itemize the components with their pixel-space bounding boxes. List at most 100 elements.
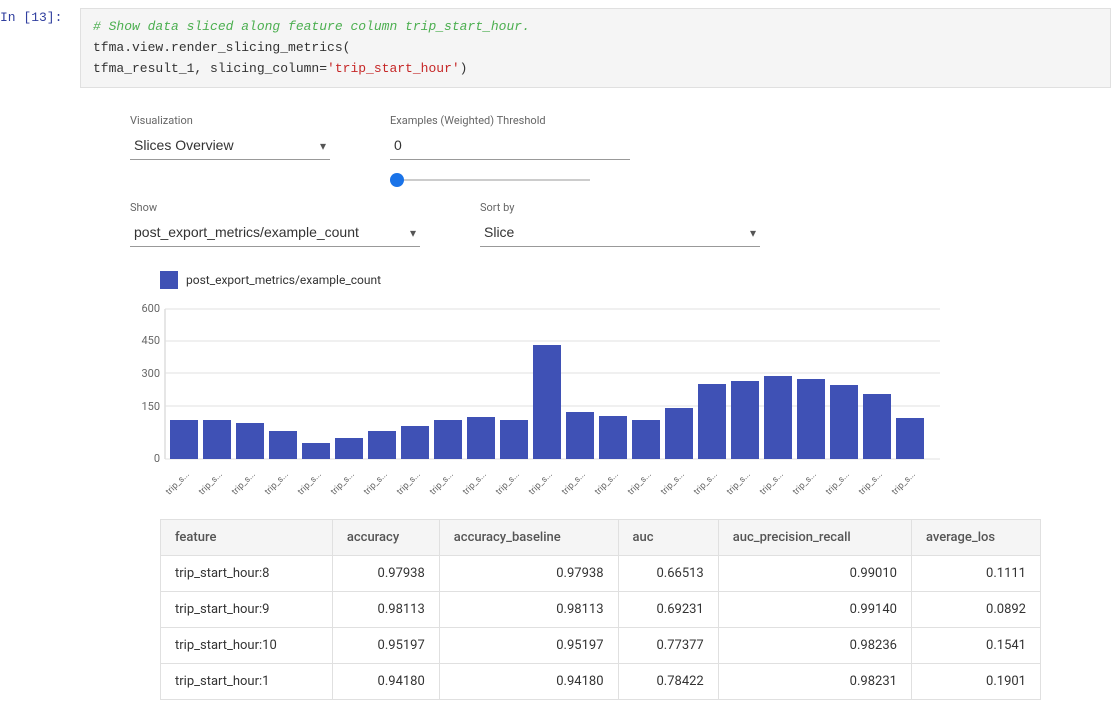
- svg-text:300: 300: [141, 367, 160, 380]
- svg-text:trip_s...: trip_s...: [362, 470, 390, 498]
- svg-text:trip_s...: trip_s...: [197, 470, 225, 498]
- legend-swatch: [160, 271, 178, 289]
- table-row: trip_start_hour:90.981130.981130.692310.…: [161, 592, 1041, 628]
- bar-4: [302, 443, 330, 459]
- bar-5: [335, 438, 363, 459]
- chart-svg-container: 600 450 300 150 0: [130, 299, 1071, 503]
- code-line-1: # Show data sliced along feature column …: [93, 17, 1098, 38]
- table-cell-0: trip_start_hour:1: [161, 664, 333, 700]
- svg-text:trip_s...: trip_s...: [659, 470, 687, 498]
- cell-label: In [13]:: [0, 8, 80, 25]
- bar-11: [533, 345, 561, 459]
- bar-2: [236, 423, 264, 459]
- sort-control-group: Sort by Slice ▾: [480, 201, 760, 247]
- table-cell-3: 0.77377: [618, 628, 718, 664]
- col-auc-precision-recall: auc_precision_recall: [718, 520, 911, 556]
- table-cell-1: 0.95197: [332, 628, 439, 664]
- table-row: trip_start_hour:80.979380.979380.665130.…: [161, 556, 1041, 592]
- sort-label: Sort by: [480, 201, 760, 214]
- bar-19: [797, 379, 825, 459]
- col-auc: auc: [618, 520, 718, 556]
- code-line3-post: ): [460, 61, 468, 76]
- threshold-slider[interactable]: [390, 179, 590, 181]
- sort-select[interactable]: Slice: [480, 218, 760, 247]
- bar-17: [731, 381, 759, 459]
- bar-9: [467, 417, 495, 459]
- chart-legend: post_export_metrics/example_count: [160, 271, 1071, 289]
- svg-text:trip_s...: trip_s...: [692, 470, 720, 498]
- svg-text:trip_s...: trip_s...: [791, 470, 819, 498]
- show-select[interactable]: post_export_metrics/example_count: [130, 218, 420, 247]
- bar-6: [368, 431, 396, 459]
- chart-area: post_export_metrics/example_count 600 45…: [130, 271, 1071, 503]
- code-func: tfma.view.render_slicing_metrics(: [93, 40, 350, 55]
- table-cell-0: trip_start_hour:10: [161, 628, 333, 664]
- svg-text:trip_s...: trip_s...: [857, 470, 885, 498]
- svg-text:trip_s...: trip_s...: [494, 470, 522, 498]
- table-cell-4: 0.99140: [718, 592, 911, 628]
- svg-text:trip_s...: trip_s...: [626, 470, 654, 498]
- svg-text:trip_s...: trip_s...: [890, 470, 918, 498]
- table-row: trip_start_hour:10.941800.941800.784220.…: [161, 664, 1041, 700]
- col-average-loss: average_los: [911, 520, 1040, 556]
- table-cell-2: 0.95197: [439, 628, 618, 664]
- data-table: feature accuracy accuracy_baseline auc a…: [160, 519, 1041, 700]
- svg-text:trip_s...: trip_s...: [428, 470, 456, 498]
- table-cell-3: 0.78422: [618, 664, 718, 700]
- table-cell-3: 0.66513: [618, 556, 718, 592]
- svg-text:trip_s...: trip_s...: [527, 470, 555, 498]
- bar-22: [896, 418, 924, 459]
- svg-text:0: 0: [154, 452, 160, 465]
- controls-top: Visualization Slices Overview ▾ Examples…: [130, 114, 1071, 185]
- threshold-slider-container: [390, 170, 590, 185]
- bar-20: [830, 385, 858, 459]
- code-cell: In [13]: # Show data sliced along featur…: [0, 0, 1111, 96]
- table-cell-0: trip_start_hour:8: [161, 556, 333, 592]
- table-cell-4: 0.99010: [718, 556, 911, 592]
- bar-8: [434, 420, 462, 459]
- table-cell-5: 0.0892: [911, 592, 1040, 628]
- code-line3-pre: tfma_result_1, slicing_column=: [93, 61, 327, 76]
- visualization-select-wrapper: Slices Overview ▾: [130, 131, 330, 160]
- col-accuracy: accuracy: [332, 520, 439, 556]
- table-row: trip_start_hour:100.951970.951970.773770…: [161, 628, 1041, 664]
- svg-text:450: 450: [141, 334, 160, 347]
- visualization-control-group: Visualization Slices Overview ▾: [130, 114, 330, 160]
- bar-15: [665, 408, 693, 459]
- bar-13: [599, 416, 627, 459]
- controls-bottom: Show post_export_metrics/example_count ▾…: [130, 201, 1071, 247]
- col-accuracy-baseline: accuracy_baseline: [439, 520, 618, 556]
- threshold-input[interactable]: [390, 131, 630, 160]
- bar-21: [863, 394, 891, 459]
- visualization-select[interactable]: Slices Overview: [130, 131, 330, 160]
- table-cell-1: 0.98113: [332, 592, 439, 628]
- legend-label: post_export_metrics/example_count: [186, 273, 381, 287]
- table-cell-4: 0.98231: [718, 664, 911, 700]
- table-cell-4: 0.98236: [718, 628, 911, 664]
- bar-10: [500, 420, 528, 459]
- svg-text:trip_s...: trip_s...: [164, 470, 192, 498]
- bar-14: [632, 420, 660, 459]
- svg-text:trip_s...: trip_s...: [461, 470, 489, 498]
- svg-text:trip_s...: trip_s...: [560, 470, 588, 498]
- bar-chart: 600 450 300 150 0: [130, 299, 950, 499]
- table-cell-1: 0.94180: [332, 664, 439, 700]
- bar-3: [269, 431, 297, 459]
- code-line3-string: 'trip_start_hour': [327, 61, 460, 76]
- table-cell-1: 0.97938: [332, 556, 439, 592]
- table-cell-3: 0.69231: [618, 592, 718, 628]
- svg-text:trip_s...: trip_s...: [824, 470, 852, 498]
- svg-text:150: 150: [141, 400, 160, 413]
- svg-text:trip_s...: trip_s...: [329, 470, 357, 498]
- table-cell-2: 0.97938: [439, 556, 618, 592]
- show-select-wrapper: post_export_metrics/example_count ▾: [130, 218, 420, 247]
- table-cell-2: 0.98113: [439, 592, 618, 628]
- svg-text:600: 600: [141, 302, 160, 315]
- bar-0: [170, 420, 198, 459]
- code-line-3: tfma_result_1, slicing_column='trip_star…: [93, 59, 1098, 80]
- svg-text:trip_s...: trip_s...: [263, 470, 291, 498]
- threshold-control-group: Examples (Weighted) Threshold: [390, 114, 630, 185]
- bar-1: [203, 420, 231, 459]
- table-header-row: feature accuracy accuracy_baseline auc a…: [161, 520, 1041, 556]
- bar-18: [764, 376, 792, 459]
